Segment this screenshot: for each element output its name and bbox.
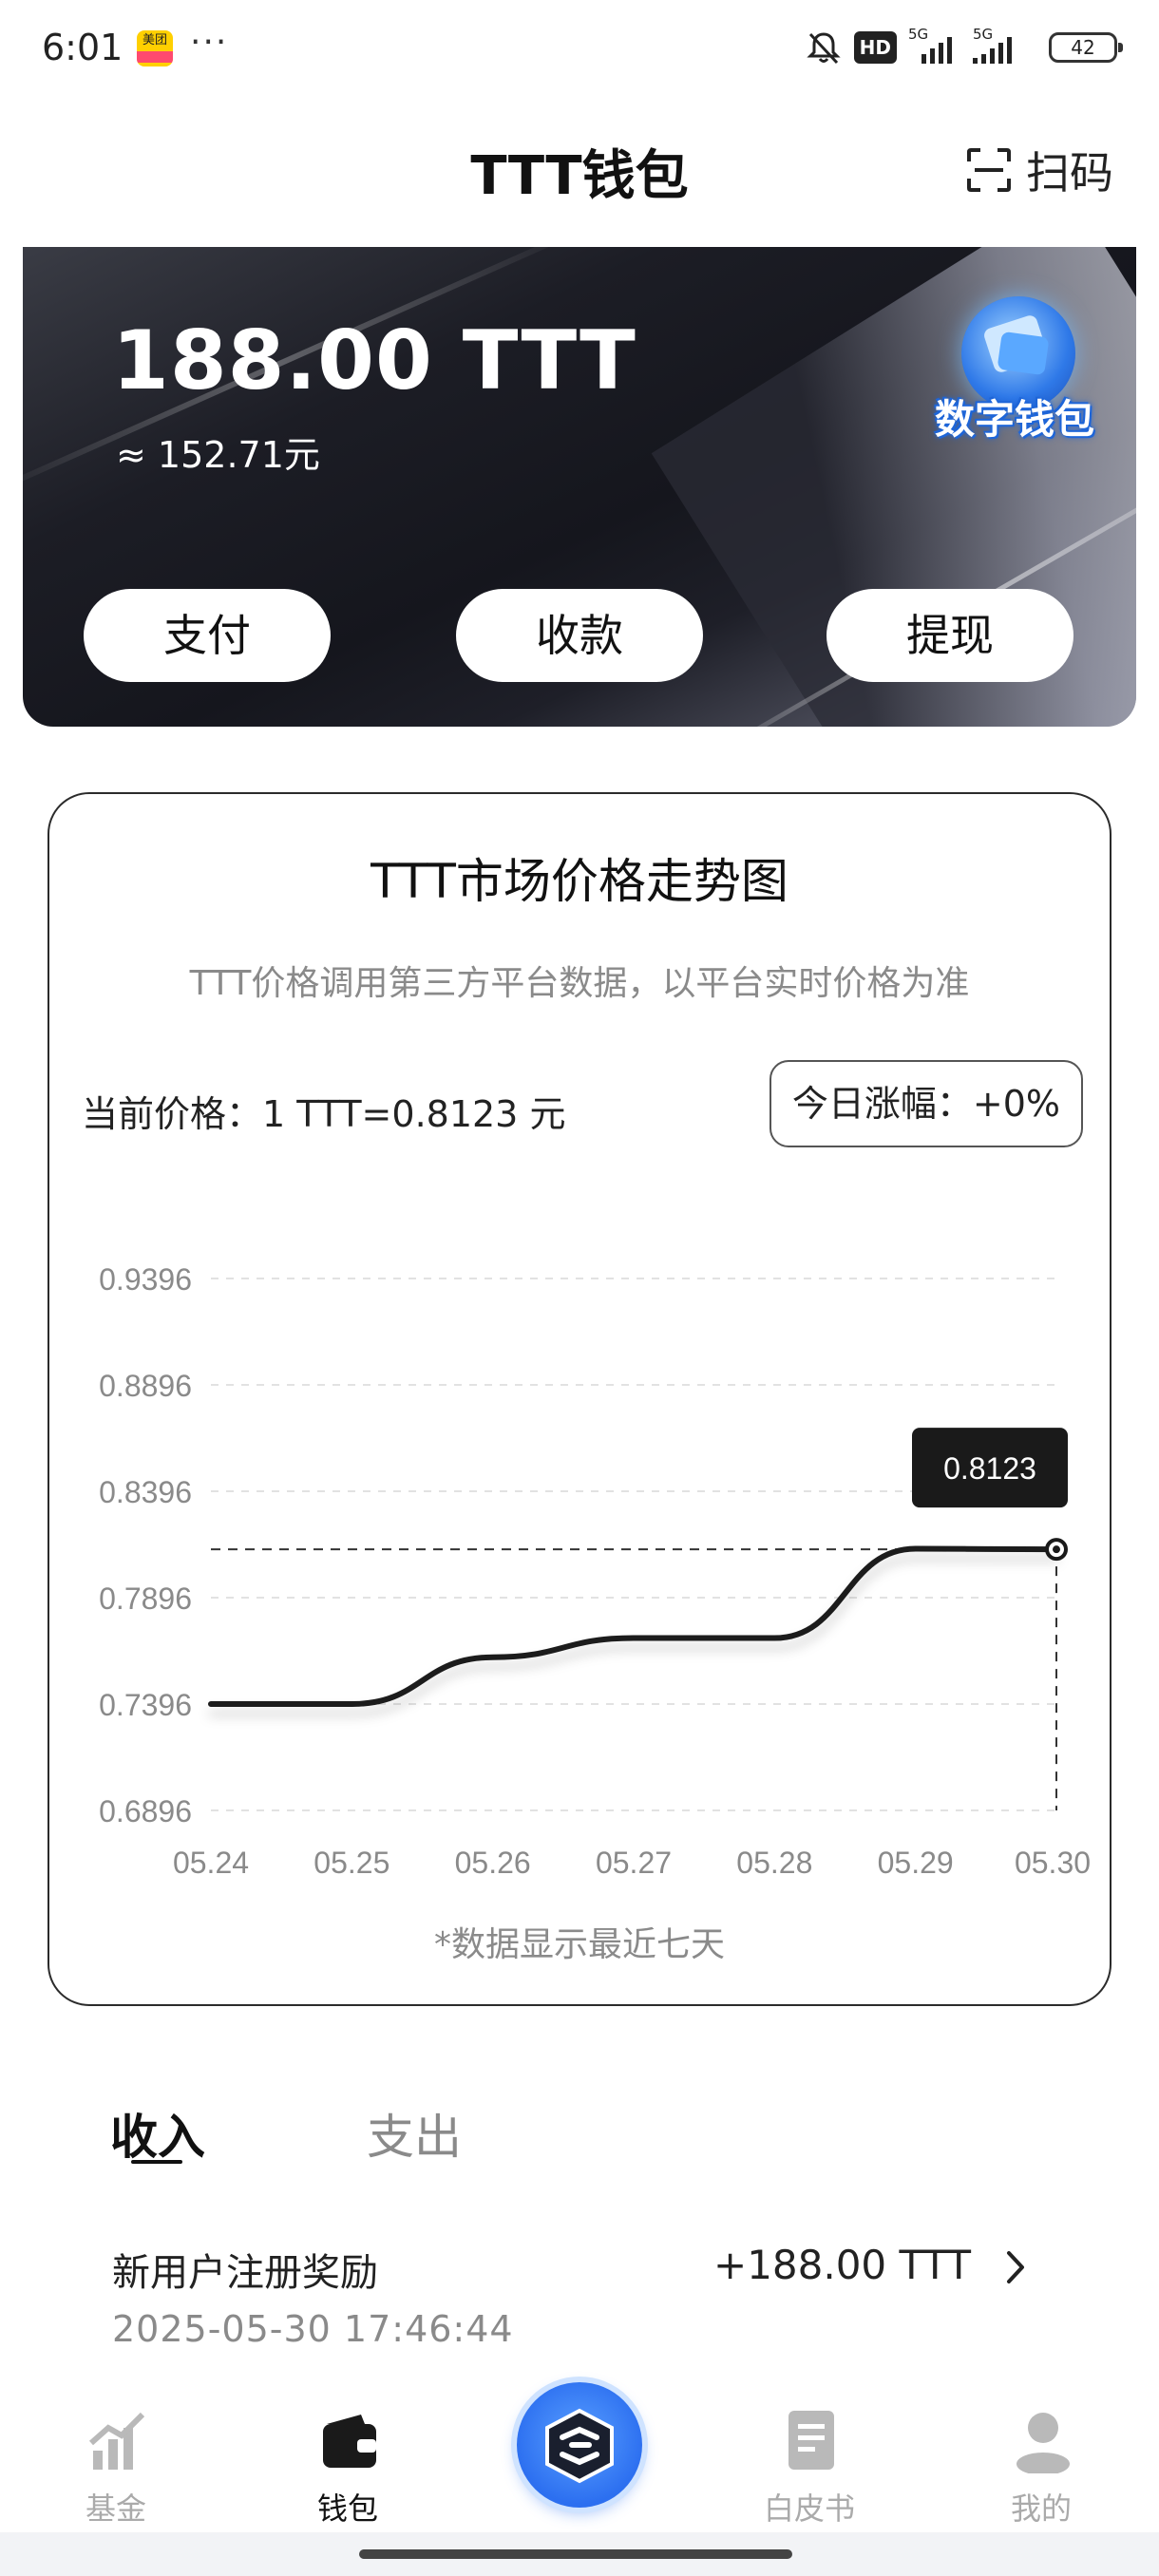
tab-income[interactable]: 收入 — [110, 2099, 205, 2168]
current-price: 当前价格：1 TTT=0.8123 元 — [82, 1093, 566, 1135]
tab-expense[interactable]: 支出 — [367, 2099, 462, 2168]
user-icon — [1016, 2413, 1070, 2473]
nav-item-fund[interactable]: 基金 — [40, 2384, 192, 2527]
price-series-line — [208, 1545, 1059, 1707]
wallet-balance-card: 188.00 TTT ≈ 152.71元 数字钱包 支付 收款 提现 — [23, 247, 1136, 727]
signal-5g-icon-2: 5G — [973, 26, 1037, 64]
app-header: TTT钱包 扫码 — [0, 104, 1159, 228]
status-indicators: HD 5G 5G 42 — [805, 26, 1123, 66]
y-tick-label: 0.9396 — [99, 1262, 192, 1297]
status-time: 6:01 — [42, 27, 124, 68]
y-tick-label: 0.8896 — [99, 1369, 192, 1403]
meituan-badge-text: 美团 — [142, 33, 167, 47]
scan-label: 扫码 — [1026, 147, 1113, 199]
x-tick-label: 05.27 — [596, 1846, 672, 1877]
nav-label-wallet: 钱包 — [316, 2491, 378, 2527]
y-tick-label: 0.7396 — [99, 1688, 192, 1722]
hd-voice-icon: HD — [853, 31, 897, 64]
x-tick-label: 05.30 — [1015, 1846, 1091, 1877]
mute-bell-icon — [807, 32, 841, 65]
nav-item-wallet[interactable]: 钱包 — [272, 2384, 424, 2527]
document-icon — [788, 2411, 834, 2470]
fund-chart-icon — [89, 2412, 145, 2470]
chart-note: *数据显示最近七天 — [433, 1925, 725, 1964]
brand-logo-icon — [545, 2408, 614, 2484]
x-tick-label: 05.29 — [878, 1846, 954, 1877]
x-tick-label: 05.25 — [314, 1846, 390, 1877]
wallet-icon — [323, 2415, 376, 2468]
data-point-center — [1053, 1545, 1060, 1554]
digital-wallet-label: 数字钱包 — [934, 396, 1094, 443]
chart-title: TTT市场价格走势图 — [370, 854, 788, 909]
x-tick-label: 05.26 — [455, 1846, 531, 1877]
price-tooltip: 0.8123 — [912, 1428, 1068, 1508]
withdraw-button[interactable]: 提现 — [826, 589, 1074, 682]
y-tick-label: 0.7896 — [99, 1582, 192, 1616]
x-tick-label: 05.24 — [173, 1846, 249, 1877]
chart-subtitle: TTT价格调用第三方平台数据，以平台实时价格为准 — [189, 964, 970, 1003]
nav-item-whitepaper[interactable]: 白皮书 — [733, 2384, 885, 2527]
meituan-app-icon: 美团 — [137, 30, 173, 66]
network-label: 5G — [908, 26, 929, 43]
transaction-row[interactable]: 新用户注册奖励 +188.00 TTT 2025-05-30 17:46:44 — [0, 2223, 1159, 2365]
transaction-time: 2025-05-30 17:46:44 — [112, 2308, 514, 2350]
bottom-nav: 基金 钱包 白皮书 我的 — [0, 2365, 1159, 2532]
more-notifications-icon: ··· — [190, 23, 229, 62]
transaction-title: 新用户注册奖励 — [112, 2251, 378, 2295]
digital-wallet-badge: 数字钱包 — [920, 296, 1110, 448]
y-tick-label: 0.8396 — [99, 1475, 192, 1509]
receive-button[interactable]: 收款 — [456, 589, 703, 682]
signal-5g-icon: 5G — [908, 26, 961, 64]
meituan-badge-sub — [137, 51, 173, 63]
nav-label-whitepaper: 白皮书 — [763, 2491, 855, 2527]
price-line-chart: 0.9396 0.8896 0.8396 0.7896 0.7396 0.6896 05.… — [99, 1262, 1091, 1877]
pay-button[interactable]: 支付 — [84, 589, 331, 682]
x-tick-label: 05.28 — [736, 1846, 812, 1877]
wallet-balance-cny: ≈ 152.71元 — [116, 434, 320, 476]
home-indicator — [0, 2532, 1159, 2576]
nav-label-fund: 基金 — [85, 2491, 146, 2527]
wallet-balance: 188.00 TTT — [112, 313, 636, 408]
nav-label-me: 我的 — [1010, 2491, 1072, 2527]
transaction-amount: +188.00 TTT — [713, 2242, 971, 2288]
chevron-right-icon — [1007, 2251, 1024, 2283]
y-tick-label: 0.6896 — [99, 1794, 192, 1828]
scan-button[interactable]: 扫码 — [965, 139, 1113, 201]
scan-icon — [967, 148, 1011, 192]
price-trend-card: TTT市场价格走势图 TTT价格调用第三方平台数据，以平台实时价格为准 当前价格… — [48, 792, 1112, 2006]
battery-icon: 42 — [1049, 32, 1123, 63]
brand-logo-button[interactable] — [517, 2382, 642, 2508]
nav-item-me[interactable]: 我的 — [965, 2384, 1117, 2527]
tooltip-value: 0.8123 — [943, 1451, 1036, 1486]
home-indicator-bar[interactable] — [359, 2549, 792, 2559]
today-change-badge: 今日涨幅：+0% — [769, 1060, 1083, 1147]
status-bar: 6:01 美团 ··· HD 5G 5G 42 — [0, 0, 1159, 95]
active-tab-indicator — [131, 2160, 182, 2164]
network-label-2: 5G — [973, 26, 994, 43]
